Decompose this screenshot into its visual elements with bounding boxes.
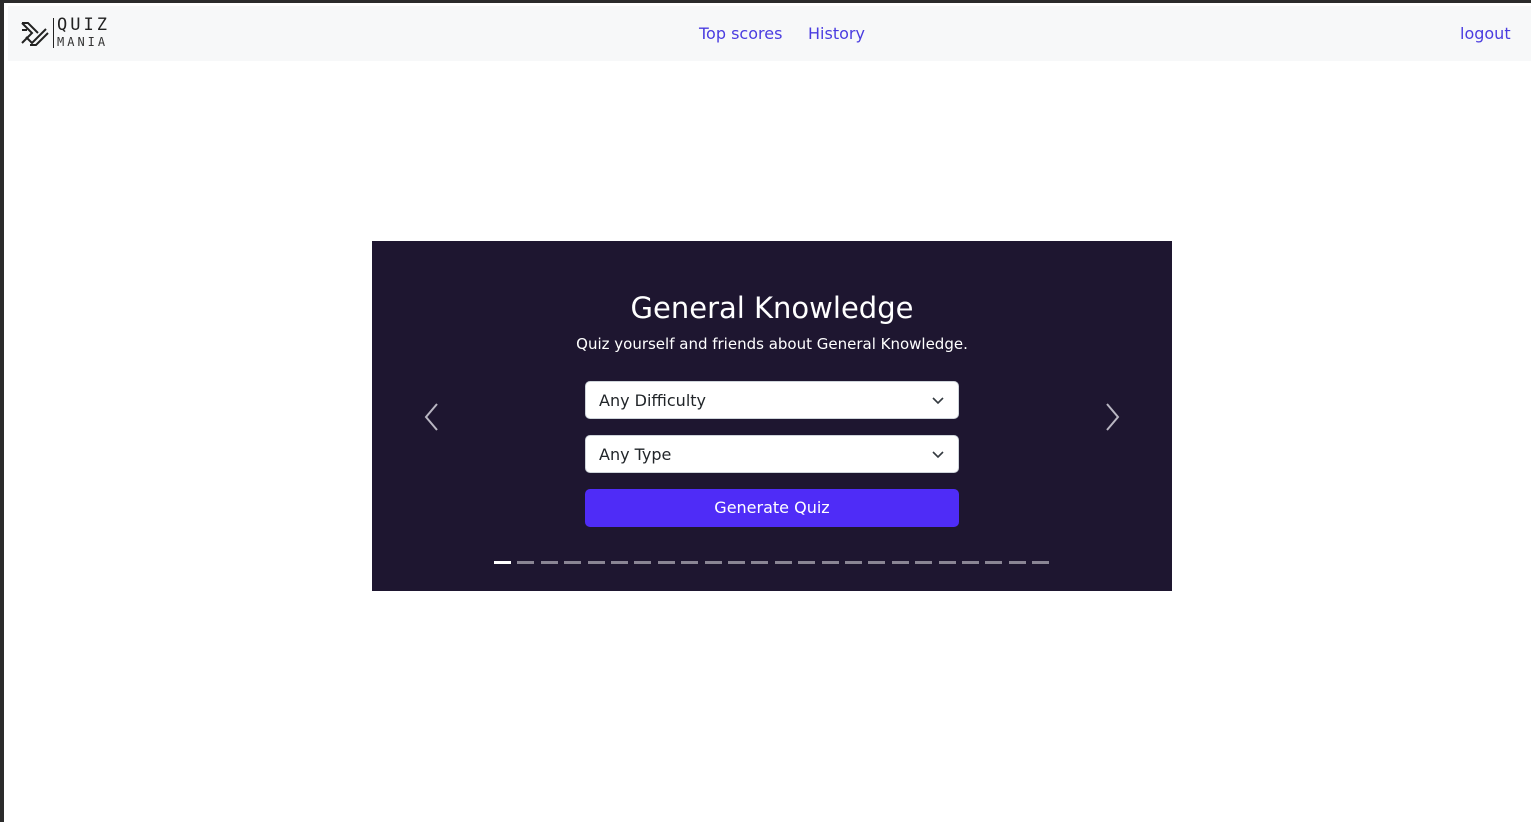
carousel-indicator[interactable]	[891, 561, 909, 564]
logo-word-mania: MANIA	[57, 35, 109, 49]
type-select[interactable]: Any Type	[585, 435, 959, 473]
quiz-mania-logo[interactable]: QUIZ MANIA	[19, 16, 129, 52]
nav-link-logout[interactable]: logout	[1460, 24, 1511, 44]
chevron-left-icon	[424, 403, 438, 431]
carousel-indicator[interactable]	[868, 561, 886, 564]
chevron-down-icon	[932, 451, 944, 459]
category-subtitle: Quiz yourself and friends about General …	[576, 335, 968, 353]
quiz-category-carousel: General Knowledge Quiz yourself and frie…	[372, 241, 1172, 591]
chevron-down-icon	[932, 397, 944, 405]
carousel-indicator[interactable]	[845, 561, 862, 564]
carousel-indicator[interactable]	[751, 561, 769, 564]
carousel-indicator[interactable]	[494, 561, 511, 564]
carousel-indicator[interactable]	[962, 561, 979, 564]
carousel-indicator[interactable]	[634, 561, 652, 564]
logo-divider	[53, 18, 54, 48]
carousel-indicator[interactable]	[564, 561, 582, 564]
type-select-value: Any Type	[599, 445, 672, 464]
chevron-right-icon	[1106, 403, 1120, 431]
carousel-indicator[interactable]	[821, 561, 839, 564]
carousel-indicator[interactable]	[611, 561, 628, 564]
nav-link-top-scores[interactable]: Top scores	[699, 24, 782, 44]
carousel-indicator[interactable]	[681, 561, 699, 564]
carousel-indicator[interactable]	[1008, 561, 1026, 564]
carousel-indicator[interactable]	[915, 561, 933, 564]
difficulty-select[interactable]: Any Difficulty	[585, 381, 959, 419]
carousel-indicator[interactable]	[517, 561, 535, 564]
logo-mark-icon	[21, 22, 49, 46]
carousel-indicator[interactable]	[587, 561, 605, 564]
carousel-indicator[interactable]	[938, 561, 956, 564]
carousel-indicator[interactable]	[1032, 561, 1050, 564]
generate-quiz-button[interactable]: Generate Quiz	[585, 489, 959, 527]
logo-word-quiz: QUIZ	[57, 15, 110, 35]
carousel-next-button[interactable]	[1100, 401, 1124, 433]
carousel-indicator[interactable]	[728, 561, 745, 564]
carousel-indicator[interactable]	[985, 561, 1003, 564]
carousel-indicator[interactable]	[798, 561, 816, 564]
category-title: General Knowledge	[630, 291, 914, 326]
navbar: QUIZ MANIA Top scores History logout	[8, 6, 1531, 61]
app-window: QUIZ MANIA Top scores History logout Gen…	[0, 0, 1531, 822]
carousel-indicator[interactable]	[657, 561, 675, 564]
nav-link-history[interactable]: History	[808, 24, 865, 44]
carousel-indicator[interactable]	[704, 561, 722, 564]
carousel-indicator[interactable]	[540, 561, 558, 564]
carousel-indicator[interactable]	[774, 561, 792, 564]
difficulty-select-value: Any Difficulty	[599, 391, 706, 410]
carousel-prev-button[interactable]	[420, 401, 444, 433]
carousel-indicators	[494, 561, 1050, 567]
